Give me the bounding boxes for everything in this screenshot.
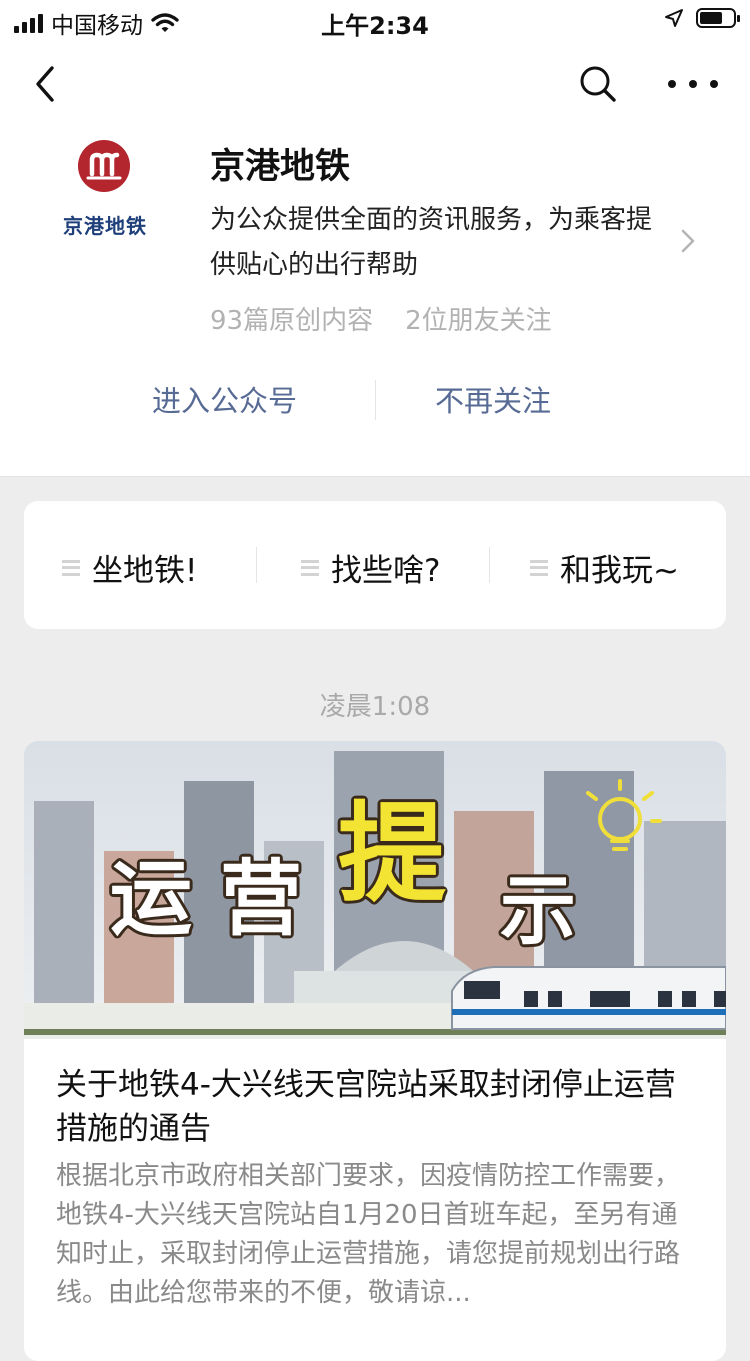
menu-list-icon	[62, 559, 80, 576]
location-arrow-icon	[665, 9, 683, 27]
menu-divider	[256, 547, 257, 583]
article-cover-image[interactable]: 运 营 提 示	[24, 741, 726, 1039]
action-divider	[375, 380, 376, 420]
menu-list-icon	[530, 559, 548, 576]
cover-text-shi: 示	[500, 866, 576, 955]
menu-list-icon	[301, 559, 319, 576]
account-menu: 坐地铁! 找些啥? 和我玩~	[24, 501, 726, 629]
status-bar: 中国移动 上午2:34	[0, 0, 750, 40]
article-title[interactable]: 关于地铁4-大兴线天宫院站采取封闭停止运营措施的通告	[56, 1063, 696, 1151]
account-meta: 93篇原创内容 2位朋友关注	[210, 300, 552, 337]
account-actions: 进入公众号 不再关注	[0, 378, 750, 420]
account-profile: 京港地铁 京港地铁 为公众提供全面的资讯服务，为乘客提供贴心的出行帮助 93篇原…	[0, 128, 750, 477]
menu-item-label: 和我玩~	[560, 553, 679, 589]
cover-text-ti: 提	[338, 792, 446, 917]
search-icon[interactable]	[578, 64, 618, 104]
article-card[interactable]: 运 营 提 示 关于地铁4-大兴线天宫院站采取封闭停止运营措施的通告 根据北京市…	[24, 741, 726, 1361]
account-logo: 京港地铁	[50, 138, 160, 248]
mtr-logo-icon	[78, 140, 130, 192]
menu-item-label: 坐地铁!	[92, 553, 198, 589]
cover-text-yun: 运	[110, 852, 192, 947]
more-icon[interactable]	[668, 64, 718, 104]
article-digest: 根据北京市政府相关部门要求，因疫情防控工作需要，地铁4-大兴线天宫院站自1月20…	[56, 1161, 681, 1308]
nav-bar	[0, 40, 750, 128]
original-count: 93篇原创内容	[210, 306, 374, 336]
logo-text: 京港地铁	[63, 214, 147, 238]
unfollow-button[interactable]: 不再关注	[435, 378, 551, 420]
chevron-right-icon[interactable]	[678, 226, 698, 256]
menu-item-play[interactable]: 和我玩~	[530, 545, 679, 590]
cover-text-ying: 营	[220, 852, 302, 947]
menu-divider	[489, 547, 490, 583]
battery-icon	[696, 8, 740, 28]
status-right	[664, 8, 740, 28]
message-timestamp: 凌晨1:08	[319, 692, 431, 722]
status-time: 上午2:34	[321, 12, 429, 40]
enter-account-button[interactable]: 进入公众号	[152, 378, 297, 420]
menu-item-ride-subway[interactable]: 坐地铁!	[62, 545, 197, 590]
account-name: 京港地铁	[210, 147, 351, 187]
account-description[interactable]: 为公众提供全面的资讯服务，为乘客提供贴心的出行帮助	[210, 198, 675, 288]
chevron-left-icon[interactable]	[30, 62, 60, 106]
menu-item-find[interactable]: 找些啥?	[301, 545, 440, 590]
friends-following: 2位朋友关注	[405, 306, 552, 336]
menu-item-label: 找些啥?	[331, 553, 441, 589]
